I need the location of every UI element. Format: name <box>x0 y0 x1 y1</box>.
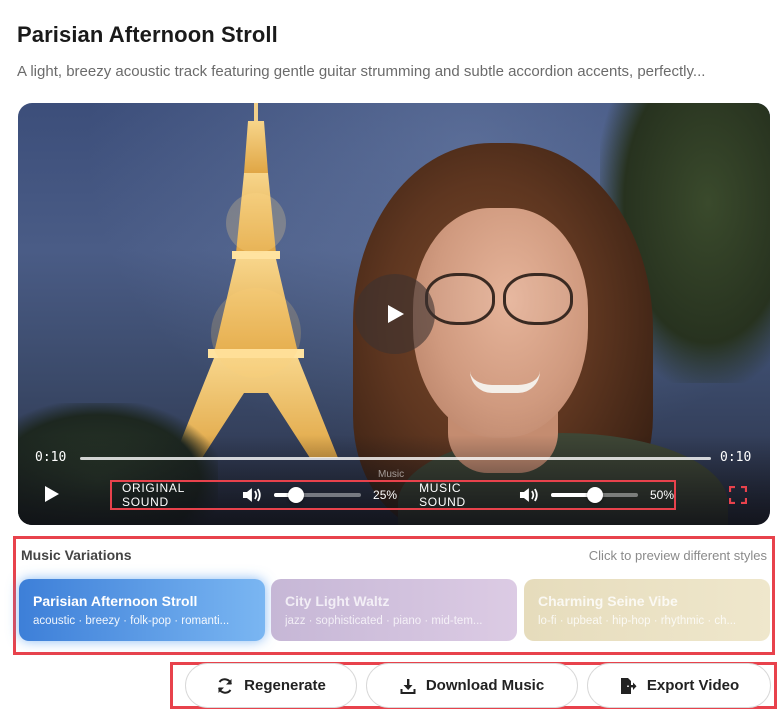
original-sound-knob[interactable] <box>287 487 304 503</box>
original-sound-slider[interactable] <box>273 487 362 503</box>
page-title: Parisian Afternoon Stroll <box>17 22 278 47</box>
original-sound-percent: 25% <box>373 488 398 502</box>
center-play-button[interactable] <box>355 274 435 354</box>
variation-card[interactable]: Parisian Afternoon Stroll acoustic · bre… <box>19 579 265 641</box>
variations-heading: Music Variations <box>21 547 132 563</box>
play-icon[interactable] <box>43 485 61 503</box>
audio-mix-controls: ORIGINAL SOUND 25% MUSIC SOUND 50% <box>110 480 676 510</box>
glasses-left-lens <box>425 273 495 325</box>
refresh-icon <box>218 677 233 694</box>
speaker-icon[interactable] <box>519 487 541 503</box>
variation-tags: acoustic · breezy · folk-pop · romanti..… <box>33 615 230 627</box>
variation-title: City Light Waltz <box>285 593 390 609</box>
music-sound-knob[interactable] <box>586 487 603 503</box>
total-time: 0:10 <box>720 450 752 465</box>
variation-card[interactable]: Charming Seine Vibe lo-fi · upbeat · hip… <box>524 579 770 641</box>
regenerate-label: Regenerate <box>244 677 326 694</box>
subject-smile <box>470 371 540 393</box>
variation-title: Charming Seine Vibe <box>538 593 678 609</box>
music-sound-percent: 50% <box>649 488 674 502</box>
video-player[interactable]: 0:10 0:10 Music ORIGINAL SOUND 25% MUSIC… <box>18 103 770 525</box>
original-sound-control: ORIGINAL SOUND 25% <box>122 481 398 509</box>
file-export-icon <box>620 677 637 694</box>
progress-bar[interactable] <box>80 457 711 460</box>
glasses-right-lens <box>503 273 573 325</box>
variation-tags: lo-fi · upbeat · hip-hop · rhythmic · ch… <box>538 615 737 627</box>
regenerate-button[interactable]: Regenerate <box>185 663 357 708</box>
variation-card[interactable]: City Light Waltz jazz · sophisticated · … <box>271 579 517 641</box>
fullscreen-icon[interactable] <box>729 486 747 504</box>
variation-title: Parisian Afternoon Stroll <box>33 593 198 609</box>
track-description: A light, breezy acoustic track featuring… <box>17 63 706 80</box>
download-icon <box>400 678 416 694</box>
speaker-icon[interactable] <box>242 487 264 503</box>
music-sound-control: MUSIC SOUND 50% <box>419 481 674 509</box>
play-icon <box>388 305 404 323</box>
subject-face <box>413 208 588 438</box>
variation-tags: jazz · sophisticated · piano · mid-tem..… <box>285 615 483 627</box>
download-label: Download Music <box>425 677 545 694</box>
download-music-button[interactable]: Download Music <box>366 663 578 708</box>
export-label: Export Video <box>646 677 740 694</box>
music-tooltip: Music <box>378 469 405 480</box>
original-sound-label: ORIGINAL SOUND <box>122 481 185 509</box>
music-sound-label: MUSIC SOUND <box>419 481 466 509</box>
export-video-button[interactable]: Export Video <box>587 663 771 708</box>
current-time: 0:10 <box>35 450 67 465</box>
music-sound-slider[interactable] <box>550 487 638 503</box>
variations-hint: Click to preview different styles <box>588 548 767 563</box>
